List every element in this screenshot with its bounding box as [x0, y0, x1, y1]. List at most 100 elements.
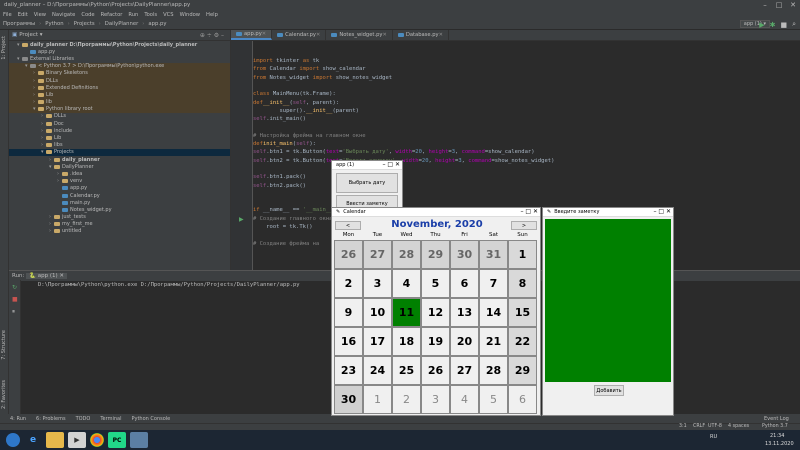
- bottom-tab[interactable]: Terminal: [100, 416, 121, 422]
- code-line[interactable]: class MainMenu(tk.Frame):: [253, 90, 800, 98]
- tree-row[interactable]: › libs: [9, 142, 230, 149]
- calendar-day[interactable]: 21: [479, 327, 508, 356]
- app-window-controls[interactable]: – □ ✕: [382, 161, 400, 168]
- breadcrumb-item[interactable]: Программы: [3, 21, 35, 27]
- tree-row[interactable]: › Extended Definitions: [9, 84, 230, 92]
- close-tab-icon[interactable]: ✕: [262, 31, 266, 37]
- calendar-day[interactable]: 29: [508, 356, 537, 385]
- tree-row[interactable]: main.py: [9, 199, 230, 206]
- calendar-day[interactable]: 5: [479, 385, 508, 414]
- tree-row[interactable]: › DLLs: [9, 76, 230, 85]
- code-line[interactable]: # Настройка фрейма на главном окне: [253, 132, 800, 140]
- indent-setting[interactable]: 4 spaces: [728, 424, 749, 429]
- close-icon[interactable]: ✕: [786, 0, 800, 10]
- encoding[interactable]: UTF-8: [708, 424, 722, 429]
- calendar-day[interactable]: 6: [450, 269, 479, 298]
- tree-row[interactable]: › venv: [9, 178, 230, 185]
- menu-item-tools[interactable]: Tools: [144, 12, 157, 18]
- media-icon[interactable]: ▶: [68, 432, 86, 448]
- breadcrumb-item[interactable]: DailyPlanner: [105, 21, 138, 27]
- add-note-button[interactable]: Добавить: [594, 385, 624, 396]
- breadcrumb-item[interactable]: app.py: [148, 21, 166, 27]
- calendar-day[interactable]: 20: [450, 327, 479, 356]
- menu-item-window[interactable]: Window: [180, 12, 200, 18]
- tree-row[interactable]: › Lib: [9, 91, 230, 99]
- stop-icon[interactable]: ■: [780, 21, 787, 29]
- tree-row[interactable]: › .idea: [9, 170, 230, 177]
- debug-icon[interactable]: ✱: [770, 21, 776, 29]
- clock-date[interactable]: 13.11.2020: [765, 441, 794, 447]
- calendar-day[interactable]: 25: [392, 356, 421, 385]
- close-tab-icon[interactable]: ✕: [316, 32, 320, 38]
- menu-item-file[interactable]: File: [3, 12, 12, 18]
- tree-row[interactable]: ▾ Projects: [9, 148, 230, 156]
- run-config-tab[interactable]: 🐍 app (1) ✕: [26, 273, 68, 279]
- code-line[interactable]: self .btn1 = tk.Button(text = 'Выбрать дату…: [253, 148, 800, 156]
- menu-item-run[interactable]: Run: [128, 12, 138, 18]
- code-line[interactable]: [253, 123, 800, 131]
- tree-row[interactable]: › include: [9, 127, 230, 134]
- calendar-day[interactable]: 23: [334, 356, 363, 385]
- tree-row[interactable]: Calendar.py: [9, 192, 230, 199]
- calendar-day[interactable]: 6: [508, 385, 537, 414]
- pycharm-icon[interactable]: PC: [108, 432, 126, 448]
- menu-item-help[interactable]: Help: [206, 12, 218, 18]
- editor-tab[interactable]: Notes_widget.py ✕: [326, 30, 393, 40]
- minimize-icon[interactable]: –: [758, 0, 772, 10]
- menu-item-navigate[interactable]: Navigate: [52, 12, 75, 18]
- code-line[interactable]: super(). __init__ (parent): [253, 107, 800, 115]
- choose-date-button[interactable]: Выбрать дату: [336, 173, 398, 193]
- calendar-day[interactable]: 26: [334, 240, 363, 269]
- calendar-day[interactable]: 30: [334, 385, 363, 414]
- calendar-day[interactable]: 15: [508, 298, 537, 327]
- line-separator[interactable]: CRLF: [693, 424, 705, 429]
- calendar-day[interactable]: 5: [421, 269, 450, 298]
- tree-row[interactable]: Notes_widget.py: [9, 206, 230, 213]
- calendar-day[interactable]: 26: [421, 356, 450, 385]
- tree-row[interactable]: app.py: [9, 185, 230, 192]
- code-line[interactable]: [253, 82, 800, 90]
- calendar-day[interactable]: 1: [508, 240, 537, 269]
- next-month-button[interactable]: >: [511, 221, 537, 230]
- interpreter[interactable]: Python 3.7: [762, 424, 788, 429]
- editor-tab[interactable]: Database.py ✕: [393, 30, 449, 40]
- calendar-day[interactable]: 4: [392, 269, 421, 298]
- chrome-icon[interactable]: [90, 433, 104, 447]
- calendar-day[interactable]: 13: [450, 298, 479, 327]
- tree-row[interactable]: ▾ Python library root: [9, 105, 230, 113]
- calendar-day[interactable]: 11: [392, 298, 421, 327]
- calendar-day[interactable]: 2: [392, 385, 421, 414]
- calendar-day[interactable]: 7: [479, 269, 508, 298]
- calendar-day[interactable]: 27: [363, 240, 392, 269]
- calendar-day[interactable]: 3: [421, 385, 450, 414]
- code-line[interactable]: def init_main(self):: [253, 140, 800, 148]
- close-tab-icon[interactable]: ✕: [382, 32, 386, 38]
- stop-run-icon[interactable]: ■: [12, 296, 18, 303]
- start-button[interactable]: [6, 433, 20, 447]
- rerun-icon[interactable]: ↻: [12, 284, 17, 291]
- run-gutter-icon[interactable]: ▶: [239, 216, 244, 223]
- menu-item-vcs[interactable]: VCS: [163, 12, 173, 18]
- editor-tab[interactable]: app.py ✕: [231, 30, 273, 40]
- menu-item-view[interactable]: View: [34, 12, 46, 18]
- calendar-day[interactable]: 10: [363, 298, 392, 327]
- prev-month-button[interactable]: <: [335, 221, 361, 230]
- tree-row[interactable]: › lib: [9, 98, 230, 106]
- explorer-icon[interactable]: [46, 432, 64, 448]
- calendar-day[interactable]: 17: [363, 327, 392, 356]
- close-tab-icon[interactable]: ✕: [439, 32, 443, 38]
- tree-row[interactable]: › daily_planner: [9, 156, 230, 163]
- python-window-icon[interactable]: [130, 432, 148, 448]
- calendar-day[interactable]: 16: [334, 327, 363, 356]
- breadcrumb-item[interactable]: Projects: [74, 21, 95, 27]
- calendar-day[interactable]: 22: [508, 327, 537, 356]
- editor-tab[interactable]: Calendar.py ✕: [272, 30, 327, 40]
- calendar-day[interactable]: 28: [479, 356, 508, 385]
- calendar-day[interactable]: 1: [363, 385, 392, 414]
- calendar-day[interactable]: 3: [363, 269, 392, 298]
- tree-row[interactable]: › my_first_me: [9, 221, 230, 228]
- calendar-day[interactable]: 30: [450, 240, 479, 269]
- tree-row[interactable]: ▾ daily_planner D:\Программы\Python\Proje…: [9, 41, 230, 48]
- calendar-day[interactable]: 4: [450, 385, 479, 414]
- tree-row[interactable]: app.py: [9, 48, 230, 55]
